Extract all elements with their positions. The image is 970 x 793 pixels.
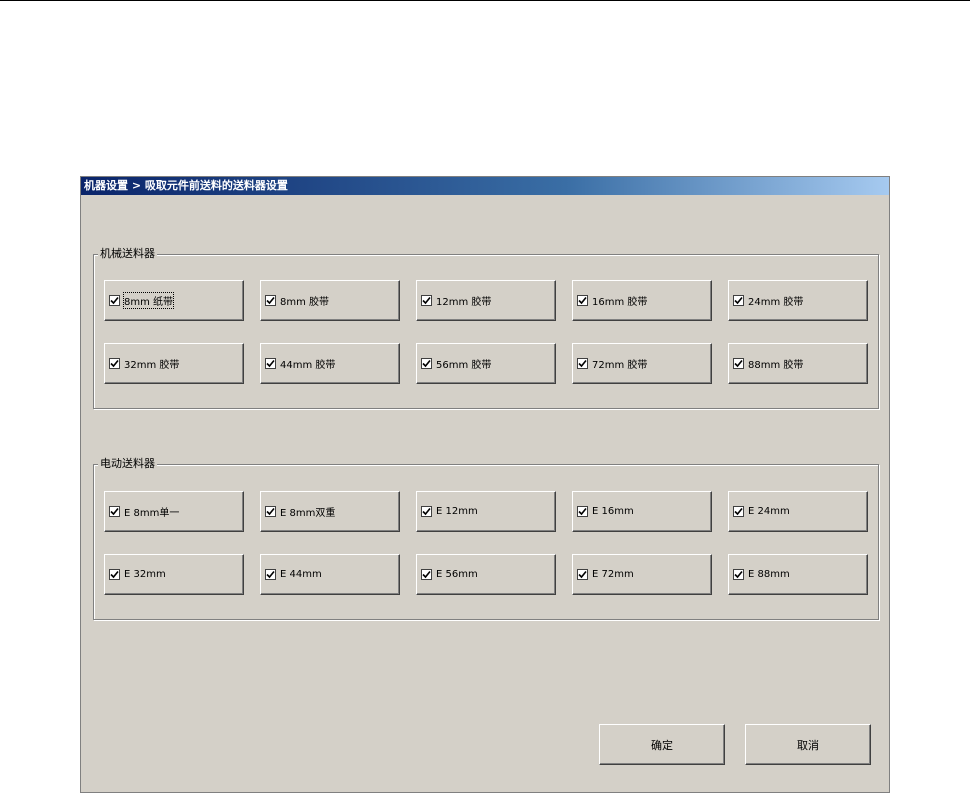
window-title: 机器设置 > 吸取元件前送料的送料器设置 — [81, 177, 889, 195]
feeder-label: 24mm 胶带 — [748, 297, 804, 308]
checkbox-checked-icon[interactable] — [733, 295, 744, 306]
feeder-toggle-elec-2[interactable]: E 12mm — [416, 491, 556, 532]
feeder-label: E 32mm — [124, 569, 166, 580]
feeder-toggle-mech-9[interactable]: 88mm 胶带 — [728, 343, 868, 384]
checkbox-checked-icon[interactable] — [421, 295, 432, 306]
checkbox-checked-icon[interactable] — [265, 506, 276, 517]
checkbox-checked-icon[interactable] — [265, 569, 276, 580]
top-divider — [0, 0, 970, 1]
checkbox-checked-icon[interactable] — [733, 506, 744, 517]
checkbox-checked-icon[interactable] — [421, 506, 432, 517]
feeder-toggle-mech-0[interactable]: 8mm 纸带 — [104, 280, 244, 321]
checkbox-checked-icon[interactable] — [733, 569, 744, 580]
feeder-label: 44mm 胶带 — [280, 360, 336, 371]
checkbox-checked-icon[interactable] — [109, 506, 120, 517]
feeder-toggle-mech-3[interactable]: 16mm 胶带 — [572, 280, 712, 321]
feeder-label: 8mm 胶带 — [280, 297, 330, 308]
feeder-label: E 24mm — [748, 506, 790, 517]
feeder-label: E 72mm — [592, 569, 634, 580]
checkbox-checked-icon[interactable] — [109, 569, 120, 580]
checkbox-checked-icon[interactable] — [733, 358, 744, 369]
mechanical-feeder-group-label: 机械送料器 — [98, 247, 157, 261]
ok-button[interactable]: 确定 — [599, 724, 725, 765]
feeder-label: E 8mm单一 — [124, 508, 180, 519]
feeder-toggle-mech-2[interactable]: 12mm 胶带 — [416, 280, 556, 321]
feeder-label: E 44mm — [280, 569, 322, 580]
feeder-label: E 12mm — [436, 506, 478, 517]
feeder-label: 32mm 胶带 — [124, 360, 180, 371]
feeder-toggle-elec-3[interactable]: E 16mm — [572, 491, 712, 532]
checkbox-checked-icon[interactable] — [577, 295, 588, 306]
checkbox-checked-icon[interactable] — [265, 358, 276, 369]
checkbox-checked-icon[interactable] — [109, 358, 120, 369]
checkbox-checked-icon[interactable] — [577, 569, 588, 580]
feeder-label: 8mm 纸带 — [122, 292, 175, 309]
mechanical-feeder-group: 机械送料器 8mm 纸带 8mm 胶带 12mm 胶带 16mm 胶带 24mm… — [93, 247, 879, 409]
feeder-label: 88mm 胶带 — [748, 360, 804, 371]
feeder-label: 72mm 胶带 — [592, 360, 648, 371]
feeder-toggle-mech-5[interactable]: 32mm 胶带 — [104, 343, 244, 384]
feeder-toggle-mech-7[interactable]: 56mm 胶带 — [416, 343, 556, 384]
feeder-toggle-elec-7[interactable]: E 56mm — [416, 554, 556, 595]
feeder-label: E 16mm — [592, 506, 634, 517]
feeder-label: E 8mm双重 — [280, 508, 336, 519]
feeder-toggle-elec-8[interactable]: E 72mm — [572, 554, 712, 595]
feeder-toggle-elec-1[interactable]: E 8mm双重 — [260, 491, 400, 532]
feeder-toggle-mech-4[interactable]: 24mm 胶带 — [728, 280, 868, 321]
feeder-toggle-mech-1[interactable]: 8mm 胶带 — [260, 280, 400, 321]
feeder-toggle-elec-9[interactable]: E 88mm — [728, 554, 868, 595]
feeder-settings-window: 机器设置 > 吸取元件前送料的送料器设置 机械送料器 8mm 纸带 8mm 胶带… — [80, 176, 890, 793]
feeder-toggle-elec-6[interactable]: E 44mm — [260, 554, 400, 595]
checkbox-checked-icon[interactable] — [577, 358, 588, 369]
checkbox-checked-icon[interactable] — [265, 295, 276, 306]
feeder-label: E 88mm — [748, 569, 790, 580]
feeder-label: 12mm 胶带 — [436, 297, 492, 308]
electric-feeder-group-label: 电动送料器 — [98, 457, 157, 471]
feeder-toggle-mech-8[interactable]: 72mm 胶带 — [572, 343, 712, 384]
feeder-label: 56mm 胶带 — [436, 360, 492, 371]
checkbox-checked-icon[interactable] — [109, 295, 120, 306]
cancel-button[interactable]: 取消 — [745, 724, 871, 765]
feeder-toggle-elec-5[interactable]: E 32mm — [104, 554, 244, 595]
feeder-label: E 56mm — [436, 569, 478, 580]
checkbox-checked-icon[interactable] — [421, 358, 432, 369]
checkbox-checked-icon[interactable] — [421, 569, 432, 580]
feeder-label: 16mm 胶带 — [592, 297, 648, 308]
electric-feeder-group: 电动送料器 E 8mm单一 E 8mm双重 E 12mm E 16mm E 24… — [93, 457, 879, 620]
feeder-toggle-mech-6[interactable]: 44mm 胶带 — [260, 343, 400, 384]
feeder-toggle-elec-4[interactable]: E 24mm — [728, 491, 868, 532]
checkbox-checked-icon[interactable] — [577, 506, 588, 517]
feeder-toggle-elec-0[interactable]: E 8mm单一 — [104, 491, 244, 532]
